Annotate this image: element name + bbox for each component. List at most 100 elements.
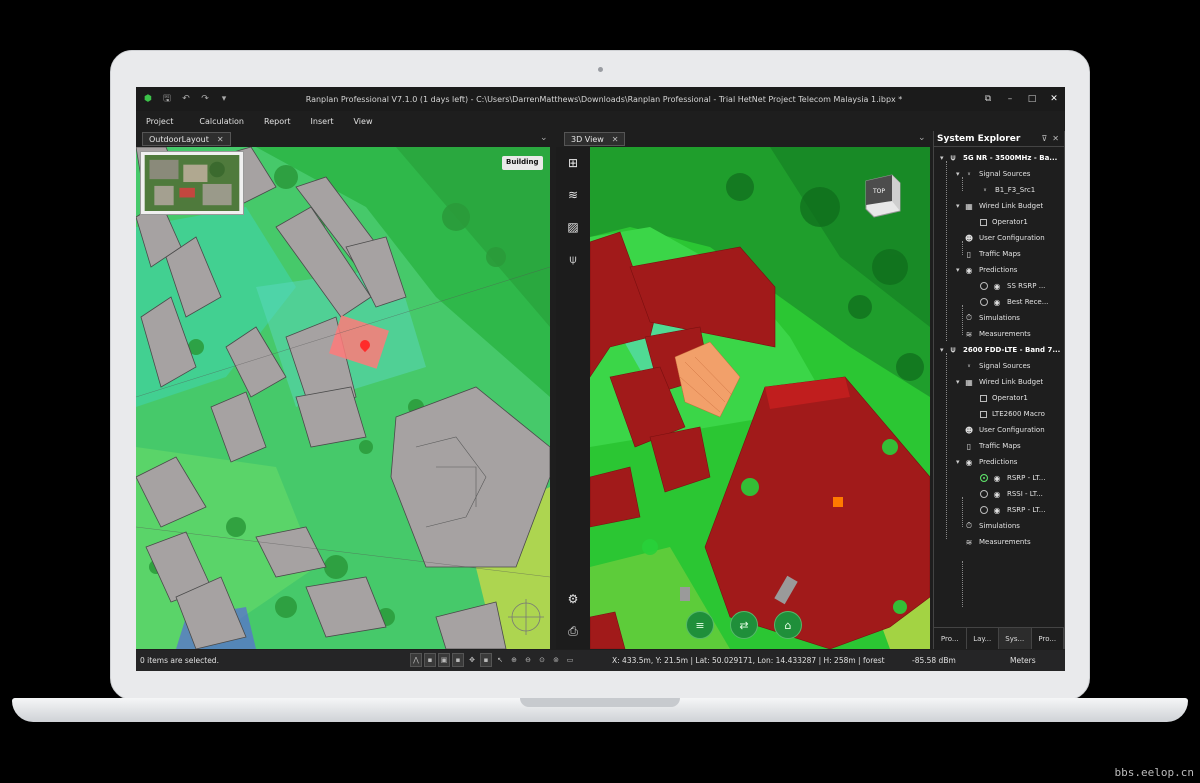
swap-view-button[interactable]: ⇄ — [730, 611, 758, 639]
grid-tool-icon[interactable]: ▣ — [438, 653, 450, 667]
tab-outdoor-layout[interactable]: OutdoorLayout ✕ — [142, 132, 231, 146]
outdoor-layout-map[interactable]: Building — [136, 147, 550, 649]
tree-node[interactable]: ⍤ B1_F3_Src1 — [972, 183, 1036, 197]
tab-properties-label: Pro... — [1038, 634, 1057, 643]
tab-3d-view[interactable]: 3D View ✕ — [564, 132, 626, 146]
save-icon[interactable]: 🖫 — [160, 92, 174, 106]
antenna-icon[interactable]: ⍦ — [565, 251, 581, 267]
menu-report[interactable]: Report — [260, 115, 295, 128]
tree-checkbox[interactable] — [980, 218, 987, 226]
filter-button[interactable]: ≡ — [686, 611, 714, 639]
restore-icon[interactable]: ⧉ — [977, 94, 999, 104]
select-tool-icon[interactable]: ⋀ — [410, 653, 422, 667]
chevron-down-icon[interactable]: ⌄ — [540, 133, 548, 143]
tree-node[interactable]: LTE2600 Macro — [972, 407, 1045, 421]
tree-node[interactable]: ▾ ⍦ 5G NR - 3500MHz - Ba... — [940, 151, 1057, 165]
export-document-icon[interactable]: ⎙ — [565, 623, 581, 639]
tab-system[interactable]: Sys... — [999, 628, 1032, 649]
tab-project[interactable]: Pro... — [934, 628, 967, 649]
chevron-down-icon[interactable]: ⌄ — [918, 133, 926, 143]
tree-node[interactable]: ◉ RSRP - LT... — [972, 503, 1045, 517]
3d-view-canvas[interactable]: TOP ≡ ⇄ ⌂ — [590, 147, 930, 649]
prediction-radio[interactable] — [980, 490, 988, 498]
tree-guide-line — [946, 353, 947, 539]
prediction-icon: ◉ — [993, 489, 1001, 499]
tree-node-label: Wired Link Budget — [979, 202, 1044, 210]
quick-access-dropdown-icon[interactable]: ▾ — [217, 92, 231, 106]
tree-node[interactable]: ⏱ Simulations — [956, 311, 1020, 325]
tree-node-label: RSRP - LT... — [1007, 474, 1046, 482]
frame-icon[interactable]: ▭ — [564, 653, 576, 667]
tree-node[interactable]: ▯ Traffic Maps — [956, 439, 1021, 453]
tree-node[interactable]: ◉ SS RSRP ... — [972, 279, 1045, 293]
tree-checkbox[interactable] — [980, 394, 987, 402]
menu-insert[interactable]: Insert — [307, 115, 338, 128]
close-icon[interactable]: ✕ — [1052, 134, 1059, 143]
tree-node[interactable]: ▾ ◉ Predictions — [956, 263, 1017, 277]
network-tree-icon[interactable]: ⊞ — [565, 155, 581, 171]
close-icon[interactable]: ✕ — [217, 135, 224, 144]
tree-node[interactable]: ▾ ▦ Wired Link Budget — [956, 375, 1043, 389]
tree-node[interactable]: ▾ ▦ Wired Link Budget — [956, 199, 1043, 213]
tree-node[interactable]: ≋ Measurements — [956, 327, 1031, 341]
prediction-radio[interactable] — [980, 298, 988, 306]
zoom-window-icon[interactable]: ⊙ — [536, 653, 548, 667]
tree-node[interactable]: Operator1 — [972, 215, 1028, 229]
measurement-icon: ≋ — [965, 537, 973, 547]
undo-icon[interactable]: ↶ — [179, 92, 193, 106]
minimize-icon[interactable]: – — [999, 94, 1021, 104]
tree-node[interactable]: ⍤ Signal Sources — [956, 359, 1031, 373]
navigation-cube[interactable]: TOP — [862, 171, 904, 219]
system-explorer-header: System Explorer ⊽ ✕ — [934, 131, 1064, 147]
fit-view-icon[interactable]: ▪ — [480, 653, 492, 667]
close-icon[interactable]: ✕ — [1043, 94, 1065, 104]
tree-node[interactable]: Operator1 — [972, 391, 1028, 405]
pan-icon[interactable]: ✥ — [466, 653, 478, 667]
maximize-icon[interactable]: □ — [1021, 94, 1043, 104]
tree-node[interactable]: ⏱ Simulations — [956, 519, 1020, 533]
snap-tool-icon[interactable]: ▪ — [424, 653, 436, 667]
tree-node[interactable]: ▯ Traffic Maps — [956, 247, 1021, 261]
tree-guide-line — [962, 305, 963, 335]
expand-toggle-icon[interactable]: ▾ — [956, 202, 962, 210]
units-selector[interactable]: Meters — [1010, 656, 1036, 665]
gear-icon[interactable]: ⚙ — [565, 591, 581, 607]
prediction-radio[interactable] — [980, 506, 988, 514]
menu-calculation[interactable]: Calculation — [195, 115, 248, 128]
tree-node-label: 2600 FDD-LTE - Band 7... — [963, 346, 1061, 354]
hatch-pattern-icon[interactable]: ▨ — [565, 219, 581, 235]
expand-toggle-icon[interactable]: ▾ — [956, 266, 962, 274]
tree-node[interactable]: ≋ Measurements — [956, 535, 1031, 549]
prediction-radio[interactable] — [980, 282, 988, 290]
tree-node[interactable]: ☻ User Configuration — [956, 231, 1045, 245]
tab-properties[interactable]: Pro... — [1032, 628, 1064, 649]
home-view-button[interactable]: ⌂ — [774, 611, 802, 639]
close-icon[interactable]: ✕ — [612, 135, 619, 144]
tree-node[interactable]: ☻ User Configuration — [956, 423, 1045, 437]
tree-node[interactable]: ▾ ⍦ 2600 FDD-LTE - Band 7... — [940, 343, 1060, 357]
menu-view[interactable]: View — [350, 115, 377, 128]
building-layer-label[interactable]: Building — [502, 156, 543, 170]
redo-icon[interactable]: ↷ — [198, 92, 212, 106]
tab-layers[interactable]: Lay... — [967, 628, 999, 649]
layers-icon[interactable]: ≋ — [565, 187, 581, 203]
measure-tool-icon[interactable]: ▪ — [452, 653, 464, 667]
tree-checkbox[interactable] — [980, 410, 987, 418]
pointer-icon[interactable]: ↖ — [494, 653, 506, 667]
overview-minimap[interactable] — [140, 151, 244, 215]
expand-toggle-icon[interactable]: ▾ — [956, 378, 962, 386]
tree-node[interactable]: ◉ Best Rece... — [972, 295, 1048, 309]
tree-node[interactable]: ◉ RSSI - LT... — [972, 487, 1043, 501]
title-bar: ⬢ 🖫 ↶ ↷ ▾ Ranplan Professional V7.1.0 (1… — [136, 87, 1065, 111]
tree-node[interactable]: ◉ RSRP - LT... — [972, 471, 1045, 485]
zoom-out-icon[interactable]: ⊖ — [522, 653, 534, 667]
zoom-extents-icon[interactable]: ⊚ — [550, 653, 562, 667]
zoom-in-icon[interactable]: ⊕ — [508, 653, 520, 667]
tree-node[interactable]: ▾ ⍤ Signal Sources — [956, 167, 1030, 181]
menu-project[interactable]: Project — [142, 115, 177, 128]
tree-node[interactable]: ▾ ◉ Predictions — [956, 455, 1017, 469]
prediction-radio[interactable] — [980, 474, 988, 482]
link-budget-icon: ▦ — [965, 377, 973, 387]
pin-icon[interactable]: ⊽ — [1041, 134, 1047, 143]
expand-toggle-icon[interactable]: ▾ — [956, 458, 962, 466]
